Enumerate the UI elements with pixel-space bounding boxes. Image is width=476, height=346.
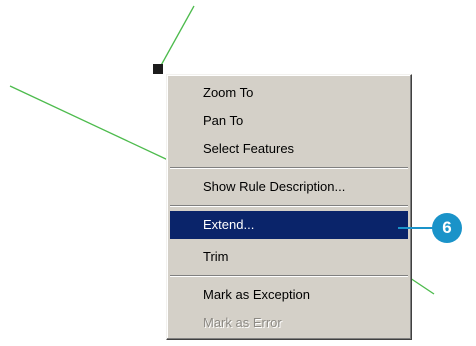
callout-leader (398, 227, 434, 229)
step-callout-badge: 6 (432, 213, 462, 243)
